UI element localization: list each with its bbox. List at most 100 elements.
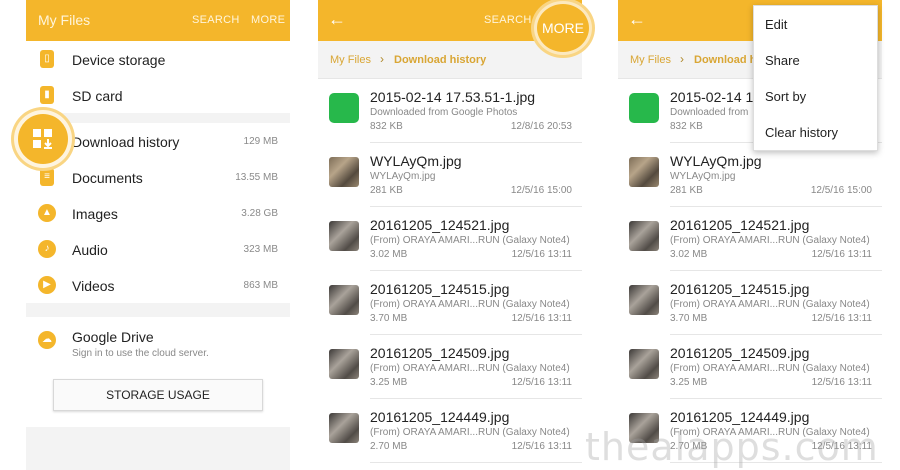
storage-list: ▯ Device storage ▮ SD card Download hist… [26,41,290,427]
search-button[interactable]: SEARCH [192,14,240,26]
menu-item-clear-history[interactable]: Clear history [754,114,877,150]
menu-item-edit[interactable]: Edit [754,6,877,42]
search-button[interactable]: SEARCH [484,14,532,26]
file-name: 20161205_124449.jpg [370,409,510,425]
file-source: (From) ORAYA AMARI...RUN (Galaxy Note4) [370,299,570,310]
file-row[interactable]: 20161205_124515.jpg (From) ORAYA AMARI..… [629,271,882,335]
file-name: 20161205_124515.jpg [670,281,810,297]
music-note-icon: ♪ [38,240,56,258]
nav-item-size: 3.28 GB [241,208,278,219]
nav-item-images[interactable]: ▲ Images 3.28 GB [26,195,290,231]
file-name: 20161205_124509.jpg [370,345,510,361]
image-thumbnail [329,413,359,443]
download-history-highlight[interactable] [14,110,72,168]
image-thumbnail [629,157,659,187]
nav-item-label: Images [72,206,118,222]
file-source: (From) ORAYA AMARI...RUN (Galaxy Note4) [370,363,570,374]
menu-item-share[interactable]: Share [754,42,877,78]
google-photos-icon [629,93,659,123]
app-title: My Files [38,12,91,28]
file-size: 3.70 MB [670,313,708,324]
nav-item-label: SD card [72,88,123,104]
file-row[interactable]: 20161205_124509.jpg (From) ORAYA AMARI..… [629,335,882,399]
file-source: (From) ORAYA AMARI...RUN (Galaxy Note4) [670,299,870,310]
image-thumbnail [629,221,659,251]
file-name: WYLAyQm.jpg [370,153,462,169]
file-row[interactable]: 20161205_124521.jpg (From) ORAYA AMARI..… [629,207,882,271]
nav-item-label: Device storage [72,52,166,68]
chevron-right-icon: › [380,52,384,66]
google-drive-item[interactable]: ☁ Google Drive Sign in to use the cloud … [26,317,290,369]
nav-item-device-storage[interactable]: ▯ Device storage [26,41,290,77]
file-size: 3.25 MB [670,377,708,388]
nav-item-size: 13.55 MB [235,172,278,183]
image-thumbnail [329,285,359,315]
back-arrow-icon[interactable]: ← [328,9,346,29]
file-source: (From) ORAYA AMARI...RUN (Galaxy Note4) [370,235,570,246]
file-name: 20161205_124449.jpg [670,409,810,425]
app-bar: My Files SEARCH MORE [26,0,290,41]
file-size: 832 KB [670,121,703,132]
google-drive-subtitle: Sign in to use the cloud server. [72,348,209,359]
file-row[interactable]: 20161205_124515.jpg (From) ORAYA AMARI..… [329,271,582,335]
file-date: 12/5/16 15:00 [810,185,872,196]
file-date: 12/5/16 13:11 [511,377,572,388]
watermark: thealapps.com [585,425,879,469]
back-arrow-icon[interactable]: ← [628,9,646,29]
file-list: 2015-02-14 17.53.51-1.jpg Downloaded fro… [318,79,582,463]
file-name: WYLAyQm.jpg [670,153,762,169]
file-date: 12/5/16 15:00 [510,185,572,196]
nav-item-sd-card[interactable]: ▮ SD card [26,77,290,113]
nav-item-audio[interactable]: ♪ Audio 323 MB [26,231,290,267]
file-source: Downloaded from [670,107,749,118]
breadcrumb-current: Download hi [694,54,760,66]
nav-item-size: 863 MB [243,280,278,291]
storage-usage-button[interactable]: STORAGE USAGE [53,379,263,411]
file-row[interactable]: 20161205_124509.jpg (From) ORAYA AMARI..… [329,335,582,399]
breadcrumb-root[interactable]: My Files [630,54,671,66]
phone-icon: ▯ [40,50,54,68]
file-source: Downloaded from Google Photos [370,107,518,118]
file-name: 20161205_124521.jpg [670,217,810,233]
file-source: (From) ORAYA AMARI...RUN (Galaxy Note4) [670,235,870,246]
file-row[interactable]: WYLAyQm.jpg WYLAyQm.jpg 281 KB 12/5/16 1… [629,143,882,207]
file-row[interactable]: 20161205_124449.jpg (From) ORAYA AMARI..… [329,399,582,463]
breadcrumb-root[interactable]: My Files [330,54,371,66]
file-date: 12/5/16 13:11 [511,441,572,452]
document-icon: ≡ [40,168,54,186]
file-date: 12/5/16 13:11 [811,377,872,388]
nav-item-documents[interactable]: ≡ Documents 13.55 MB [26,159,290,195]
file-source: (From) ORAYA AMARI...RUN (Galaxy Note4) [670,363,870,374]
file-size: 832 KB [370,121,403,132]
google-drive-label: Google Drive [72,329,154,345]
nav-item-size: 129 MB [243,136,278,147]
image-thumbnail [329,221,359,251]
cloud-icon: ☁ [38,331,56,349]
file-date: 12/8/16 20:53 [510,121,572,132]
file-row[interactable]: WYLAyQm.jpg WYLAyQm.jpg 281 KB 12/5/16 1… [329,143,582,207]
file-source: WYLAyQm.jpg [370,171,436,182]
file-size: 281 KB [370,185,403,196]
file-size: 3.02 MB [670,249,708,260]
file-name: 20161205_124509.jpg [670,345,810,361]
play-icon: ▶ [38,276,56,294]
nav-item-videos[interactable]: ▶ Videos 863 MB [26,267,290,303]
menu-item-sort-by[interactable]: Sort by [754,78,877,114]
file-row[interactable]: 20161205_124521.jpg (From) ORAYA AMARI..… [329,207,582,271]
download-history-screen: ← SEARCH My Files › Download history 201… [318,0,582,470]
file-name: 2015-02-14 17.53.51-1.jpg [370,89,536,105]
file-size: 281 KB [670,185,703,196]
nav-item-label: Documents [72,170,143,186]
storage-usage-section: STORAGE USAGE [26,369,290,427]
image-thumbnail [329,157,359,187]
breadcrumb-current: Download history [394,54,487,66]
file-date: 12/5/16 13:11 [811,249,872,260]
file-row[interactable]: 2015-02-14 17.53.51-1.jpg Downloaded fro… [329,79,582,143]
image-thumbnail [629,285,659,315]
more-button-highlight[interactable]: MORE [534,1,592,55]
more-button[interactable]: MORE [251,14,285,26]
file-date: 12/5/16 13:11 [511,313,572,324]
image-thumbnail [329,349,359,379]
nav-item-label: Audio [72,242,108,258]
divider [26,303,290,317]
